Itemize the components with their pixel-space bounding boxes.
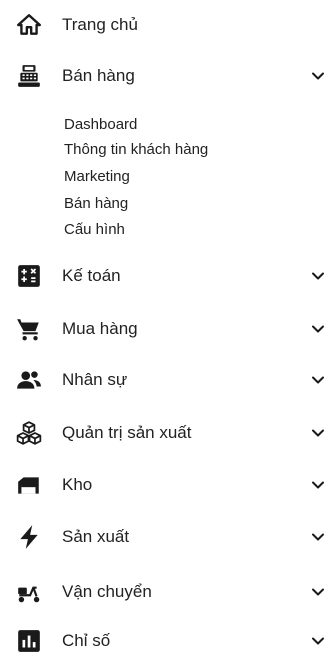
lightning-bolt-icon	[16, 524, 42, 550]
chevron-down-icon[interactable]	[310, 633, 326, 649]
cash-register-icon	[16, 63, 42, 89]
chevron-down-icon[interactable]	[310, 529, 326, 545]
menu-item-label: Kế toán	[62, 266, 121, 285]
people-icon	[16, 367, 42, 393]
menu-item-label: Mua hàng	[62, 319, 138, 338]
submenu-item-marketing[interactable]: Marketing	[64, 166, 130, 188]
chevron-down-icon[interactable]	[310, 584, 326, 600]
shopping-cart-icon	[16, 316, 42, 342]
menu-item-label: Chỉ số	[62, 631, 111, 650]
chevron-down-icon[interactable]	[310, 372, 326, 388]
delivery-scooter-icon	[16, 579, 42, 605]
menu-item-metrics[interactable]: Chỉ số	[0, 621, 336, 661]
menu-item-hr[interactable]: Nhân sự	[0, 360, 336, 400]
menu-item-accounting[interactable]: Kế toán	[0, 256, 336, 296]
submenu-item-sales[interactable]: Bán hàng	[64, 193, 128, 215]
chevron-down-icon[interactable]	[310, 477, 326, 493]
chevron-down-icon[interactable]	[310, 268, 326, 284]
menu-item-label: Trang chủ	[62, 15, 138, 34]
menu-item-label: Quản trị sản xuất	[62, 423, 192, 442]
menu-item-sales[interactable]: Bán hàng	[0, 56, 336, 96]
navigation-menu: Trang chủ Bán hàng Dashboard Thông tin k…	[0, 0, 336, 656]
submenu-item-settings[interactable]: Cấu hình	[64, 219, 125, 241]
calculator-icon	[16, 263, 42, 289]
menu-item-label: Bán hàng	[62, 66, 135, 85]
menu-item-production-management[interactable]: Quản trị sản xuất	[0, 413, 336, 453]
menu-item-label: Nhân sự	[62, 370, 128, 389]
menu-item-label: Vận chuyển	[62, 582, 152, 601]
menu-item-manufacturing[interactable]: Sản xuất	[0, 517, 336, 557]
menu-item-label: Kho	[62, 475, 93, 494]
menu-item-label: Sản xuất	[62, 527, 130, 546]
warehouse-icon	[16, 472, 42, 498]
menu-item-home[interactable]: Trang chủ	[0, 5, 336, 45]
chevron-down-icon[interactable]	[310, 425, 326, 441]
bar-chart-icon	[16, 628, 42, 654]
menu-item-purchase[interactable]: Mua hàng	[0, 309, 336, 349]
submenu-item-dashboard[interactable]: Dashboard	[64, 114, 137, 136]
submenu-item-customer-info[interactable]: Thông tin khách hàng	[64, 139, 208, 161]
menu-item-warehouse[interactable]: Kho	[0, 465, 336, 505]
cubes-icon	[16, 420, 42, 446]
menu-item-shipping[interactable]: Vận chuyển	[0, 572, 336, 612]
home-icon	[16, 12, 42, 38]
chevron-down-icon[interactable]	[310, 68, 326, 84]
chevron-down-icon[interactable]	[310, 321, 326, 337]
